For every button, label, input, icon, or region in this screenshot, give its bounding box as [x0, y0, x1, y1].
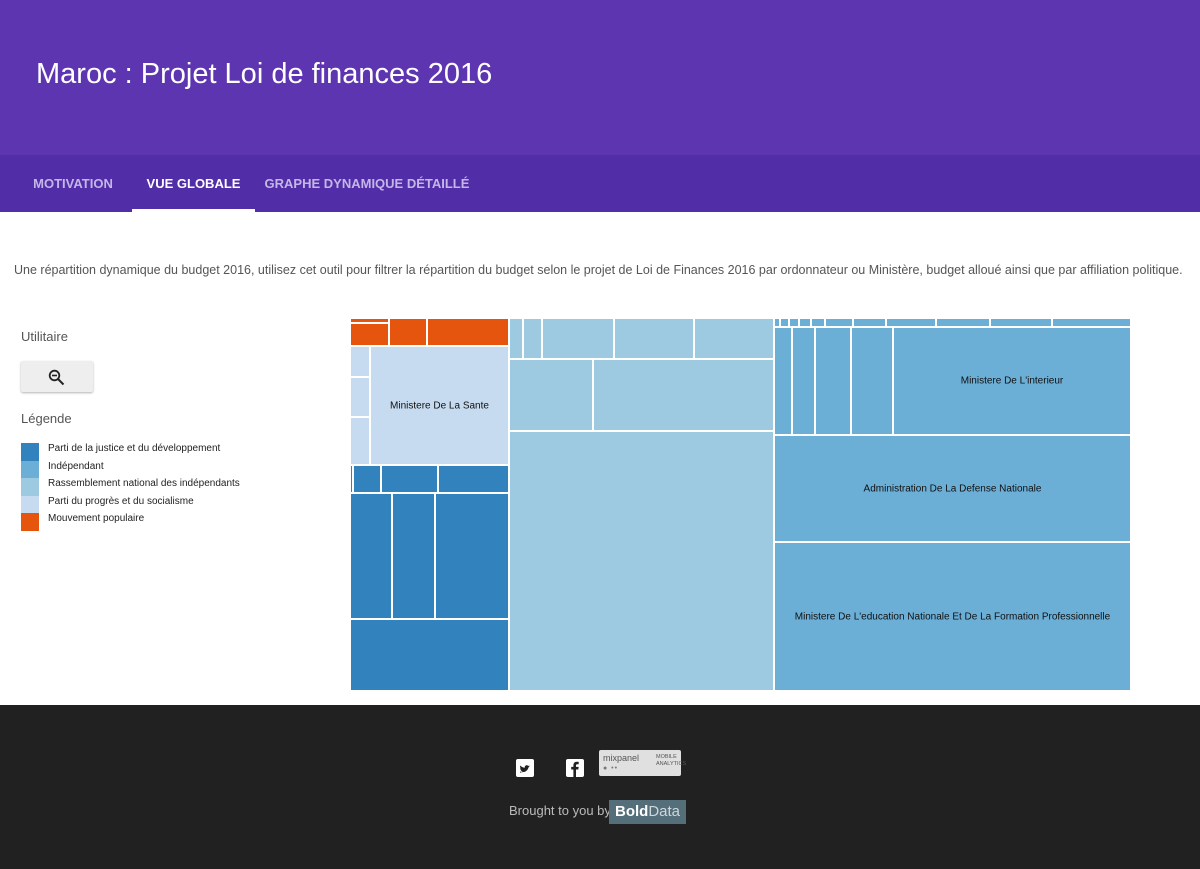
treemap-cell[interactable] — [774, 327, 792, 435]
legend-title: Légende — [21, 411, 72, 426]
treemap-cell[interactable] — [694, 318, 774, 359]
treemap-cell[interactable] — [350, 323, 389, 346]
treemap-cell[interactable] — [438, 465, 509, 493]
treemap-cell[interactable] — [614, 318, 694, 359]
legend-label: Parti de la justice et du développement — [48, 443, 221, 454]
page-title: Maroc : Projet Loi de finances 2016 — [36, 58, 493, 90]
legend-swatch — [21, 443, 39, 461]
header: Maroc : Projet Loi de finances 2016 — [0, 0, 1200, 155]
treemap-label: Ministere De L'interieur — [960, 375, 1064, 387]
mixpanel-badge[interactable]: mixpanel Mobile Analytics ● •• — [599, 750, 687, 776]
facebook-icon[interactable] — [566, 759, 584, 777]
treemap-cell[interactable] — [435, 493, 509, 619]
treemap-cell[interactable] — [427, 318, 509, 346]
legend-swatch — [21, 478, 39, 496]
footer: mixpanel Mobile Analytics ● •• Brought t… — [0, 705, 1200, 869]
treemap-cell[interactable] — [381, 465, 438, 493]
treemap-cell[interactable] — [389, 318, 427, 346]
brought-by-text: Brought to you by — [509, 803, 611, 818]
mixpanel-sub: Mobile Analytics — [656, 754, 687, 767]
tab-graphe-dynamique[interactable]: Graphe dynamique détaillé — [262, 155, 472, 212]
mixpanel-name: mixpanel — [603, 753, 640, 763]
treemap-cell[interactable] — [815, 327, 851, 435]
mixpanel-dots-icon: ● •• — [603, 765, 619, 772]
treemap-label: Ministere De La Sante — [390, 400, 489, 411]
legend-swatch — [21, 460, 39, 478]
tab-motivation[interactable]: Motivation — [19, 155, 127, 212]
zoom-out-icon — [48, 369, 65, 386]
treemap-cell-education[interactable]: Ministere De L'education Nationale Et De… — [774, 542, 1131, 691]
legend-label: Rassemblement national des indépendants — [48, 478, 240, 489]
treemap-cell[interactable] — [509, 318, 523, 359]
treemap-cell-interieur[interactable]: Ministere De L'interieur — [893, 327, 1131, 435]
treemap-cell[interactable] — [853, 318, 886, 327]
treemap-cell[interactable] — [523, 318, 542, 359]
treemap-cell[interactable] — [886, 318, 936, 327]
legend-swatch — [21, 513, 39, 531]
treemap-cell[interactable] — [990, 318, 1052, 327]
treemap-cell[interactable] — [509, 359, 593, 431]
treemap-cell[interactable] — [789, 318, 799, 327]
treemap-cell[interactable] — [350, 377, 370, 417]
utility-title: Utilitaire — [21, 329, 68, 344]
tab-vue-globale[interactable]: Vue globale — [132, 155, 255, 212]
treemap-cell[interactable] — [392, 493, 435, 619]
twitter-icon[interactable] — [516, 759, 534, 777]
treemap-label: Ministere De L'education Nationale Et De… — [794, 611, 1111, 622]
treemap-cell[interactable] — [792, 327, 815, 435]
tab-bar: Motivation Vue globale Graphe dynamique … — [0, 155, 1200, 212]
treemap-cell-defense[interactable]: Administration De La Defense Nationale — [774, 435, 1131, 542]
legend-label: Indépendant — [48, 460, 104, 472]
treemap-cell[interactable] — [350, 619, 509, 691]
treemap-cell[interactable] — [825, 318, 853, 327]
treemap-label: Administration De La Defense Nationale — [863, 483, 1042, 494]
treemap-cell[interactable] — [353, 465, 381, 493]
legend-label: Parti du progrès et du socialisme — [48, 495, 194, 507]
treemap-cell[interactable] — [350, 493, 392, 619]
treemap-cell[interactable] — [350, 346, 370, 377]
intro-text: Une répartition dynamique du budget 2016… — [14, 263, 1183, 277]
brand-bold: Bold — [615, 803, 649, 820]
treemap-cell[interactable] — [811, 318, 825, 327]
treemap-cell[interactable] — [936, 318, 990, 327]
treemap-cell[interactable] — [851, 327, 893, 435]
zoom-out-button[interactable] — [21, 361, 93, 392]
legend-label: Mouvement populaire — [48, 513, 145, 524]
budget-treemap: Ministere De La Sante Ministere De L'int… — [350, 318, 1131, 691]
treemap-cell[interactable] — [509, 431, 774, 691]
treemap-cell[interactable] — [593, 359, 774, 431]
treemap-cell-sante[interactable]: Ministere De La Sante — [370, 346, 509, 465]
treemap-cell[interactable] — [1052, 318, 1131, 327]
treemap-cell[interactable] — [350, 417, 370, 465]
treemap-cell[interactable] — [780, 318, 789, 327]
treemap-cell[interactable] — [799, 318, 811, 327]
treemap-cell[interactable] — [542, 318, 614, 359]
legend-swatch — [21, 495, 39, 513]
bolddata-logo[interactable]: BoldData — [609, 800, 687, 824]
brand-light: Data — [648, 803, 681, 820]
